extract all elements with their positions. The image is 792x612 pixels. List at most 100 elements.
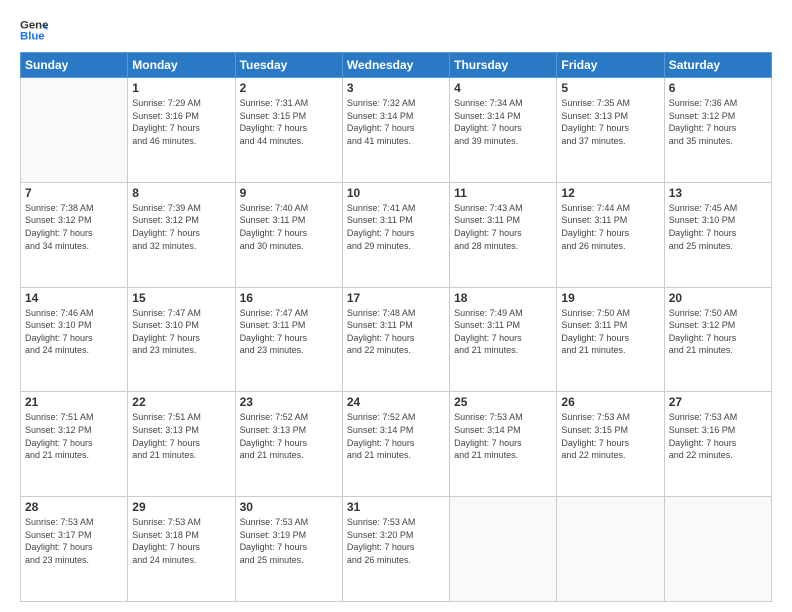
day-number: 19	[561, 291, 659, 305]
calendar-cell: 13 Sunrise: 7:45 AM Sunset: 3:10 PM Dayli…	[664, 182, 771, 287]
day-number: 26	[561, 395, 659, 409]
day-info: Sunrise: 7:34 AM Sunset: 3:14 PM Dayligh…	[454, 97, 552, 147]
day-info: Sunrise: 7:47 AM Sunset: 3:11 PM Dayligh…	[240, 307, 338, 357]
calendar-cell	[21, 78, 128, 183]
day-number: 16	[240, 291, 338, 305]
calendar-week-row: 21 Sunrise: 7:51 AM Sunset: 3:12 PM Dayli…	[21, 392, 772, 497]
day-info: Sunrise: 7:50 AM Sunset: 3:11 PM Dayligh…	[561, 307, 659, 357]
calendar-cell: 14Sunrise: 7:46 AM Sunset: 3:10 PM Dayli…	[21, 287, 128, 392]
day-info: Sunrise: 7:51 AM Sunset: 3:12 PM Dayligh…	[25, 411, 123, 461]
weekday-header-thursday: Thursday	[450, 53, 557, 78]
day-number: 17	[347, 291, 445, 305]
day-info: Sunrise: 7:45 AM Sunset: 3:10 PM Dayligh…	[669, 202, 767, 252]
day-number: 22	[132, 395, 230, 409]
day-info: Sunrise: 7:53 AM Sunset: 3:16 PM Dayligh…	[669, 411, 767, 461]
calendar-cell: 16 Sunrise: 7:47 AM Sunset: 3:11 PM Dayli…	[235, 287, 342, 392]
day-info: Sunrise: 7:53 AM Sunset: 3:17 PM Dayligh…	[25, 516, 123, 566]
day-info: Sunrise: 7:50 AM Sunset: 3:12 PM Dayligh…	[669, 307, 767, 357]
calendar-cell	[664, 497, 771, 602]
day-number: 20	[669, 291, 767, 305]
weekday-header-monday: Monday	[128, 53, 235, 78]
calendar-week-row: 28 Sunrise: 7:53 AM Sunset: 3:17 PM Dayli…	[21, 497, 772, 602]
day-number: 12	[561, 186, 659, 200]
weekday-header-tuesday: Tuesday	[235, 53, 342, 78]
calendar-cell: 7 Sunrise: 7:38 AM Sunset: 3:12 PM Daylig…	[21, 182, 128, 287]
calendar-cell: 18 Sunrise: 7:49 AM Sunset: 3:11 PM Dayli…	[450, 287, 557, 392]
calendar-table: SundayMondayTuesdayWednesdayThursdayFrid…	[20, 52, 772, 602]
calendar-cell: 21 Sunrise: 7:51 AM Sunset: 3:12 PM Dayli…	[21, 392, 128, 497]
day-number: 24	[347, 395, 445, 409]
calendar-cell	[557, 497, 664, 602]
calendar-cell: 10Sunrise: 7:41 AM Sunset: 3:11 PM Dayli…	[342, 182, 449, 287]
day-info: Sunrise: 7:44 AM Sunset: 3:11 PM Dayligh…	[561, 202, 659, 252]
day-number: 2	[240, 81, 338, 95]
day-info: Sunrise: 7:48 AM Sunset: 3:11 PM Dayligh…	[347, 307, 445, 357]
day-info: Sunrise: 7:29 AM Sunset: 3:16 PM Dayligh…	[132, 97, 230, 147]
day-number: 23	[240, 395, 338, 409]
day-info: Sunrise: 7:51 AM Sunset: 3:13 PM Dayligh…	[132, 411, 230, 461]
day-number: 9	[240, 186, 338, 200]
calendar-cell: 26 Sunrise: 7:53 AM Sunset: 3:15 PM Dayli…	[557, 392, 664, 497]
calendar-cell: 11Sunrise: 7:43 AM Sunset: 3:11 PM Dayli…	[450, 182, 557, 287]
day-info: Sunrise: 7:38 AM Sunset: 3:12 PM Dayligh…	[25, 202, 123, 252]
day-info: Sunrise: 7:36 AM Sunset: 3:12 PM Dayligh…	[669, 97, 767, 147]
day-number: 14	[25, 291, 123, 305]
calendar-week-row: 1Sunrise: 7:29 AM Sunset: 3:16 PM Daylig…	[21, 78, 772, 183]
day-info: Sunrise: 7:47 AM Sunset: 3:10 PM Dayligh…	[132, 307, 230, 357]
day-info: Sunrise: 7:43 AM Sunset: 3:11 PM Dayligh…	[454, 202, 552, 252]
day-number: 21	[25, 395, 123, 409]
day-number: 13	[669, 186, 767, 200]
header: General Blue	[20, 16, 772, 44]
day-number: 31	[347, 500, 445, 514]
day-info: Sunrise: 7:49 AM Sunset: 3:11 PM Dayligh…	[454, 307, 552, 357]
day-info: Sunrise: 7:35 AM Sunset: 3:13 PM Dayligh…	[561, 97, 659, 147]
calendar-cell: 19 Sunrise: 7:50 AM Sunset: 3:11 PM Dayli…	[557, 287, 664, 392]
day-number: 3	[347, 81, 445, 95]
page: General Blue SundayMondayTuesdayWednesda…	[0, 0, 792, 612]
weekday-header-wednesday: Wednesday	[342, 53, 449, 78]
calendar-cell: 6 Sunrise: 7:36 AM Sunset: 3:12 PM Daylig…	[664, 78, 771, 183]
day-info: Sunrise: 7:52 AM Sunset: 3:14 PM Dayligh…	[347, 411, 445, 461]
calendar-week-row: 14Sunrise: 7:46 AM Sunset: 3:10 PM Dayli…	[21, 287, 772, 392]
calendar-cell	[450, 497, 557, 602]
calendar-cell: 8 Sunrise: 7:39 AM Sunset: 3:12 PM Daylig…	[128, 182, 235, 287]
day-number: 5	[561, 81, 659, 95]
day-number: 7	[25, 186, 123, 200]
weekday-header-sunday: Sunday	[21, 53, 128, 78]
calendar-cell: 15 Sunrise: 7:47 AM Sunset: 3:10 PM Dayli…	[128, 287, 235, 392]
calendar-cell: 9 Sunrise: 7:40 AM Sunset: 3:11 PM Daylig…	[235, 182, 342, 287]
calendar-cell: 2Sunrise: 7:31 AM Sunset: 3:15 PM Daylig…	[235, 78, 342, 183]
calendar-cell: 23 Sunrise: 7:52 AM Sunset: 3:13 PM Dayli…	[235, 392, 342, 497]
day-info: Sunrise: 7:52 AM Sunset: 3:13 PM Dayligh…	[240, 411, 338, 461]
logo-icon: General Blue	[20, 16, 48, 44]
day-number: 29	[132, 500, 230, 514]
calendar-cell: 20 Sunrise: 7:50 AM Sunset: 3:12 PM Dayli…	[664, 287, 771, 392]
day-number: 25	[454, 395, 552, 409]
day-info: Sunrise: 7:39 AM Sunset: 3:12 PM Dayligh…	[132, 202, 230, 252]
calendar-cell: 28 Sunrise: 7:53 AM Sunset: 3:17 PM Dayli…	[21, 497, 128, 602]
day-number: 10	[347, 186, 445, 200]
day-number: 28	[25, 500, 123, 514]
calendar-cell: 25Sunrise: 7:53 AM Sunset: 3:14 PM Dayli…	[450, 392, 557, 497]
weekday-header-friday: Friday	[557, 53, 664, 78]
calendar-cell: 24 Sunrise: 7:52 AM Sunset: 3:14 PM Dayli…	[342, 392, 449, 497]
logo: General Blue	[20, 16, 48, 44]
day-number: 4	[454, 81, 552, 95]
day-info: Sunrise: 7:53 AM Sunset: 3:15 PM Dayligh…	[561, 411, 659, 461]
day-info: Sunrise: 7:32 AM Sunset: 3:14 PM Dayligh…	[347, 97, 445, 147]
day-info: Sunrise: 7:40 AM Sunset: 3:11 PM Dayligh…	[240, 202, 338, 252]
day-number: 15	[132, 291, 230, 305]
calendar-cell: 31 Sunrise: 7:53 AM Sunset: 3:20 PM Dayli…	[342, 497, 449, 602]
day-number: 8	[132, 186, 230, 200]
weekday-header-saturday: Saturday	[664, 53, 771, 78]
day-number: 18	[454, 291, 552, 305]
day-number: 6	[669, 81, 767, 95]
calendar-cell: 27Sunrise: 7:53 AM Sunset: 3:16 PM Dayli…	[664, 392, 771, 497]
weekday-header-row: SundayMondayTuesdayWednesdayThursdayFrid…	[21, 53, 772, 78]
calendar-cell: 4 Sunrise: 7:34 AM Sunset: 3:14 PM Daylig…	[450, 78, 557, 183]
svg-text:Blue: Blue	[20, 31, 45, 43]
day-info: Sunrise: 7:53 AM Sunset: 3:20 PM Dayligh…	[347, 516, 445, 566]
calendar-cell: 22 Sunrise: 7:51 AM Sunset: 3:13 PM Dayli…	[128, 392, 235, 497]
calendar-cell: 1Sunrise: 7:29 AM Sunset: 3:16 PM Daylig…	[128, 78, 235, 183]
calendar-cell: 29Sunrise: 7:53 AM Sunset: 3:18 PM Dayli…	[128, 497, 235, 602]
